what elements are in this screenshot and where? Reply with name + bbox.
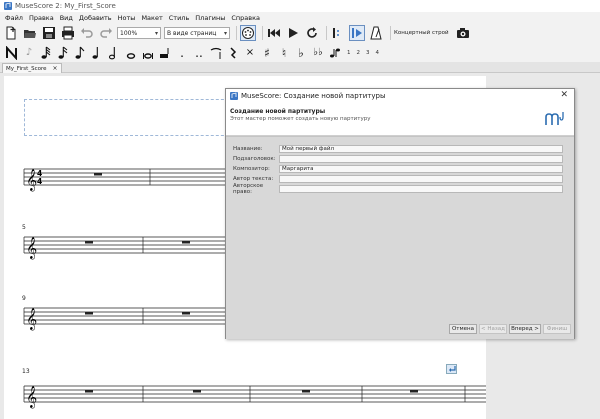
measure-number: 13	[22, 368, 30, 375]
title-label: Название:	[233, 145, 263, 152]
lyricist-label: Автор текста:	[233, 175, 274, 182]
dialog-heading: Создание новой партитуры	[230, 108, 326, 115]
treble-clef-icon: 𝄞	[26, 237, 37, 260]
whole-rest-icon	[302, 390, 310, 393]
musescore-logo-icon	[545, 112, 564, 125]
treble-clef-icon: 𝄞	[26, 386, 37, 409]
dialog-title: MuseScore: Создание новой партитуры	[241, 92, 386, 100]
composer-row: Композитор: Маргарита	[233, 164, 563, 173]
composer-field[interactable]: Маргарита	[279, 164, 563, 173]
close-icon[interactable]: ✕	[560, 90, 568, 100]
line-break-icon[interactable]	[446, 364, 457, 374]
whole-rest-icon	[410, 390, 418, 393]
subtitle-label: Подзаголовок:	[233, 155, 276, 162]
dialog-form: Название: Мой первый файл Подзаголовок: …	[226, 136, 574, 318]
copyright-field[interactable]	[279, 184, 563, 193]
copyright-row: Авторское право:	[233, 182, 563, 195]
dialog-titlebar: MuseScore: Создание новой партитуры ✕	[226, 89, 574, 103]
whole-rest-icon	[94, 173, 102, 176]
return-arrow-icon	[448, 365, 456, 372]
lyricist-field[interactable]	[279, 174, 563, 183]
subtitle-field[interactable]	[279, 154, 563, 163]
staff-system-4	[23, 385, 486, 403]
new-score-dialog: MuseScore: Создание новой партитуры ✕ Со…	[225, 88, 575, 339]
whole-rest-icon	[193, 390, 201, 393]
time-signature-denominator: 4	[37, 177, 42, 186]
dialog-button-bar: Отмена < Назад Вперед > Финиш	[226, 318, 574, 339]
next-button[interactable]: Вперед >	[509, 324, 541, 334]
subtitle-row: Подзаголовок:	[233, 154, 563, 163]
whole-rest-icon	[85, 390, 93, 393]
treble-clef-icon: 𝄞	[26, 308, 37, 331]
title-field[interactable]: Мой первый файл	[279, 144, 563, 153]
cancel-button[interactable]: Отмена	[449, 324, 477, 334]
back-button[interactable]: < Назад	[479, 324, 507, 334]
copyright-label: Авторское право:	[233, 182, 264, 195]
whole-rest-icon	[85, 312, 93, 315]
finish-button[interactable]: Финиш	[543, 324, 571, 334]
title-row: Название: Мой первый файл	[233, 144, 563, 153]
whole-rest-icon	[182, 312, 190, 315]
musescore-app-icon	[230, 92, 238, 100]
measure-number: 9	[22, 295, 26, 302]
whole-rest-icon	[182, 241, 190, 244]
treble-clef-icon: 𝄞	[26, 169, 37, 192]
dialog-subheading: Этот мастер поможет создать новую партит…	[230, 116, 371, 122]
measure-number: 5	[22, 224, 26, 231]
lyricist-row: Автор текста:	[233, 174, 563, 183]
whole-rest-icon	[85, 241, 93, 244]
composer-label: Композитор:	[233, 165, 270, 172]
dialog-header: Создание новой партитуры Этот мастер пом…	[226, 103, 574, 136]
